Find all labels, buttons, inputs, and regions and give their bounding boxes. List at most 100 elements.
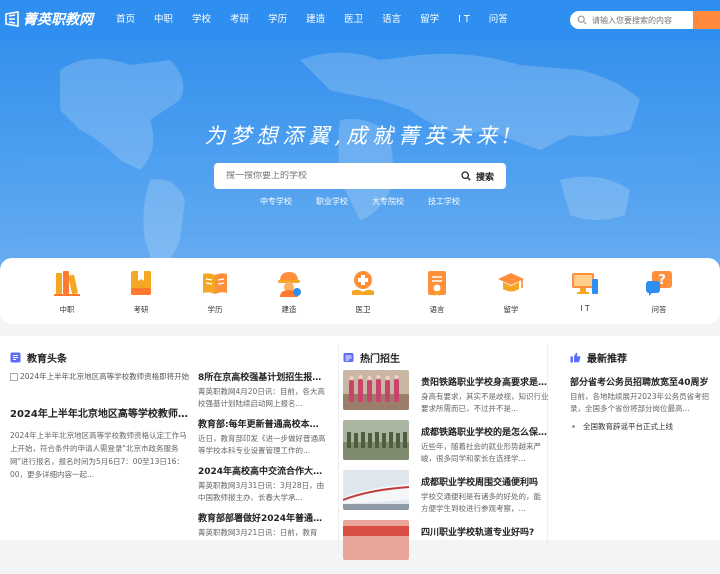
category-secondary-vocational[interactable]: 中职 — [37, 268, 97, 315]
computer-icon — [572, 273, 598, 294]
headline-image[interactable]: 2024年上半年北京地区高等学校教师资格即将开始 — [10, 372, 190, 394]
category-qa[interactable]: ? 问答 — [629, 268, 689, 315]
hero-search-box: 搜索 — [214, 163, 506, 189]
header-search-input[interactable] — [592, 15, 697, 25]
category-construction[interactable]: 建造 — [259, 268, 319, 315]
bullet-icon — [572, 425, 575, 428]
hot-item-title[interactable]: 成都职业学校周围交通便利吗 — [421, 475, 547, 488]
news-title[interactable]: 教育部:每年更新普通高校本科专业目录 — [198, 417, 326, 430]
category-degree[interactable]: 学历 — [185, 268, 245, 315]
nav-item-construction[interactable]: 建造 — [302, 0, 329, 40]
books-icon — [54, 271, 80, 296]
search-icon — [577, 15, 587, 25]
category-label: 建造 — [281, 305, 297, 314]
headlines-section: 教育头条 2024年上半年北京地区高等学校教师资格即将开始 2024年上半年北京… — [10, 336, 190, 540]
logo-text: 菁英职教网 — [23, 12, 93, 28]
search-icon — [461, 171, 471, 181]
nav-item-it[interactable]: I T — [454, 0, 474, 40]
nav-item-medical[interactable]: 医卫 — [340, 0, 367, 40]
hot-item-image[interactable] — [343, 370, 409, 410]
news-title[interactable]: 8所在京高校强基计划招生报名启动 — [198, 370, 326, 383]
news-item[interactable]: 教育部:每年更新普通高校本科专业目录 近日，教育部印发《进一步做好普通高等学校本… — [198, 417, 326, 457]
latest-list-item[interactable]: 全国教育辟谣平台正式上线 — [572, 421, 710, 432]
latest-list-item-text[interactable]: 全国教育辟谣平台正式上线 — [583, 421, 673, 432]
worker-helmet-icon — [278, 272, 301, 297]
hot-item[interactable]: 贵阳铁路职业学校身高要求是多少 身高有要求，其实不是歧视，知识行业要求所需而已，… — [343, 370, 549, 415]
news-desc: 菁英职教网3月21日讯：日前，教育 — [198, 528, 318, 537]
nav-item-postgraduate[interactable]: 考研 — [226, 0, 253, 40]
nav-item-study-abroad[interactable]: 留学 — [416, 0, 443, 40]
category-label: 学历 — [207, 305, 223, 314]
category-it[interactable]: I T — [555, 268, 615, 313]
headline-top-desc: 2024年上半年北京地区高等学校教师资格认定工作马上开始，符合条件的申请人需登录… — [10, 431, 187, 479]
top-header: 菁英职教网 首页 中职 学校 考研 学历 建造 医卫 语言 留学 I T 问答 — [0, 0, 720, 40]
headline-image-alt: 2024年上半年北京地区高等学校教师资格即将开始 — [20, 372, 190, 381]
nav-item-language[interactable]: 语言 — [378, 0, 405, 40]
logo-mark-icon — [5, 11, 19, 27]
nav-item-secondary-vocational[interactable]: 中职 — [150, 0, 177, 40]
broken-image-icon — [10, 373, 18, 381]
news-item[interactable]: 教育部部署做好2024年普通高校招生工作 菁英职教网3月21日讯：日前，教育 — [198, 511, 326, 539]
list-icon — [343, 352, 354, 362]
hot-item[interactable]: 四川职业学校轨道专业好吗? — [343, 520, 547, 565]
news-title[interactable]: 2024年高校高中交流合作大会召开 — [198, 464, 326, 477]
hero-search-button-label: 搜索 — [475, 172, 494, 183]
category-label: 语言 — [429, 305, 445, 314]
hot-item[interactable]: 成都铁路职业学校的是怎么保障就业的 近些年，随着社会的就业形势越来严峻，很多同学… — [343, 420, 549, 465]
headline-news-list: 8所在京高校强基计划招生报名启动 菁英职教网4月20日讯：目前，各大高校强基计划… — [198, 370, 326, 574]
hero-tag-secondary[interactable]: 中专学校 — [260, 196, 292, 207]
category-study-abroad[interactable]: 留学 — [481, 268, 541, 315]
hero-tag-vocational[interactable]: 职业学校 — [316, 196, 348, 207]
category-label: 考研 — [133, 305, 149, 314]
hero-banner: 为梦想添翼,成就菁英未来! 搜索 中专学校 职业学校 大专院校 技工学校 — [0, 40, 720, 278]
site-logo[interactable]: 菁英职教网 — [4, 9, 93, 29]
news-item[interactable]: 2024年高校高中交流合作大会召开 菁英职教网3月31日讯：3月28日，由中国教… — [198, 464, 326, 504]
hero-search-input[interactable] — [226, 171, 456, 181]
category-medical[interactable]: 医卫 — [333, 268, 393, 315]
hot-item-title[interactable]: 成都铁路职业学校的是怎么保障就业的 — [421, 425, 549, 438]
hot-item-image[interactable] — [343, 470, 409, 510]
headline-top-title[interactable]: 2024年上半年北京地区高等学校教师资格即将开始 — [10, 405, 190, 420]
latest-title: 最新推荐 — [587, 353, 627, 365]
thumbs-up-icon — [570, 352, 581, 362]
news-desc: 菁英职教网4月20日讯：目前，各大高校强基计划陆续启动网上报名... — [198, 387, 325, 408]
category-language[interactable]: 语言 — [407, 268, 467, 315]
hot-item-image[interactable] — [343, 520, 409, 560]
header-search-button[interactable] — [693, 11, 720, 29]
hot-item-title[interactable]: 贵阳铁路职业学校身高要求是多少 — [421, 375, 549, 388]
category-label: 留学 — [503, 305, 519, 314]
latest-top-desc: 目前，各地陆续展开2023年公务员省考招录，全国多个省份将部分岗位最高... — [570, 392, 710, 413]
hot-item[interactable]: 成都职业学校周围交通便利吗 学校交通便利是有诸多的好处的，能方便学生到校进行参观… — [343, 470, 547, 515]
graduation-cap-icon — [498, 273, 524, 292]
question-icon: ? — [646, 271, 672, 296]
headlines-header: 教育头条 — [10, 344, 190, 370]
category-label: I T — [580, 304, 590, 313]
news-icon — [10, 352, 21, 362]
hero-slogan: 为梦想添翼,成就菁英未来! — [204, 124, 516, 148]
hot-item-title[interactable]: 四川职业学校轨道专业好吗? — [421, 525, 547, 538]
category-label: 中职 — [59, 305, 75, 314]
hot-item-image[interactable] — [343, 420, 409, 460]
content-area: 教育头条 2024年上半年北京地区高等学校教师资格即将开始 2024年上半年北京… — [0, 336, 720, 560]
latest-top-title[interactable]: 部分省考公务员招聘放宽至40周岁 — [570, 375, 710, 388]
nav-item-schools[interactable]: 学校 — [188, 0, 215, 40]
nav-item-home[interactable]: 首页 — [112, 0, 139, 40]
nav-item-degree[interactable]: 学历 — [264, 0, 291, 40]
category-label: 医卫 — [355, 305, 371, 314]
news-item[interactable]: 8所在京高校强基计划招生报名启动 菁英职教网4月20日讯：目前，各大高校强基计划… — [198, 370, 326, 410]
category-strip: 中职 考研 学历 建造 医卫 语言 留学 I T ? 问答 — [0, 258, 720, 324]
category-postgraduate[interactable]: 考研 — [111, 268, 171, 315]
hot-header: 热门招生 — [343, 344, 547, 370]
hot-item-desc: 身高有要求，其实不是歧视，知识行业要求所需而已，不过并不是... — [421, 392, 549, 413]
hot-title: 热门招生 — [360, 353, 400, 365]
hero-tag-technical[interactable]: 技工学校 — [428, 196, 460, 207]
hero-tag-college[interactable]: 大专院校 — [372, 196, 404, 207]
hero-search-button[interactable]: 搜索 — [461, 163, 494, 189]
category-label: 问答 — [651, 305, 667, 314]
header-search — [570, 11, 720, 29]
nav-item-qa[interactable]: 问答 — [485, 0, 512, 40]
headlines-title: 教育头条 — [27, 353, 67, 365]
news-title[interactable]: 教育部部署做好2024年普通高校招生工作 — [198, 511, 326, 524]
news-desc: 菁英职教网3月31日讯：3月28日，由中国教师报主办、长春大学承... — [198, 481, 325, 502]
main-nav: 首页 中职 学校 考研 学历 建造 医卫 语言 留学 I T 问答 — [112, 0, 523, 40]
